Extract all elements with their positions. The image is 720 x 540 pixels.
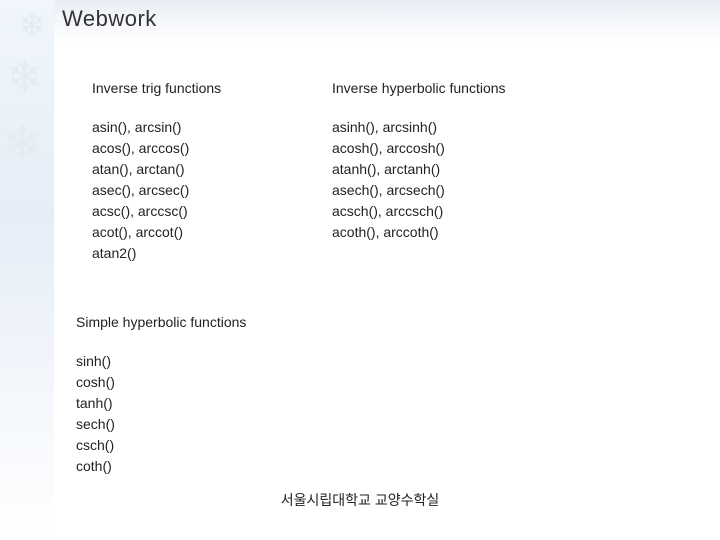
col-list: asinh(), arcsinh() acosh(), arccosh() at… [332,117,572,243]
list-item: asin(), arcsin() [92,117,332,138]
list-item: asech(), arcsech() [332,180,572,201]
snowflake-icon: ❄ [2,116,42,172]
list-item: atan(), arctan() [92,159,332,180]
list-item: acsc(), arccsc() [92,201,332,222]
page-title: Webwork [62,6,157,32]
snowflake-icon: ❄ [6,52,43,103]
col-inverse-hyperbolic: Inverse hyperbolic functions asinh(), ar… [332,78,572,264]
list-item: asinh(), arcsinh() [332,117,572,138]
col-heading: Inverse trig functions [92,78,332,99]
content: Inverse trig functions asin(), arcsin() … [92,78,692,477]
list-item: asec(), arcsec() [92,180,332,201]
list-item: acosh(), arccosh() [332,138,572,159]
list-item: acoth(), arccoth() [332,222,572,243]
row-simple-hyperbolic: Simple hyperbolic functions sinh() cosh(… [76,312,692,477]
list-item: acot(), arccot() [92,222,332,243]
list-item: sech() [76,414,692,435]
list-item: atanh(), arctanh() [332,159,572,180]
footer-credit: 서울시립대학교 교양수학실 [0,490,720,510]
decorative-sidebar: ❄ ❄ ❄ [0,0,54,540]
snowflake-icon: ❄ [18,6,47,46]
col-heading: Inverse hyperbolic functions [332,78,572,99]
list-item: coth() [76,456,692,477]
row-columns: Inverse trig functions asin(), arcsin() … [92,78,692,264]
list-item: csch() [76,435,692,456]
col-list: sinh() cosh() tanh() sech() csch() coth(… [76,351,692,477]
col-inverse-trig: Inverse trig functions asin(), arcsin() … [92,78,332,264]
col-heading: Simple hyperbolic functions [76,312,692,333]
list-item: cosh() [76,372,692,393]
list-item: sinh() [76,351,692,372]
list-item: atan2() [92,243,332,264]
slide: ❄ ❄ ❄ Webwork Inverse trig functions asi… [0,0,720,540]
list-item: acsch(), arccsch() [332,201,572,222]
list-item: tanh() [76,393,692,414]
col-list: asin(), arcsin() acos(), arccos() atan()… [92,117,332,264]
list-item: acos(), arccos() [92,138,332,159]
